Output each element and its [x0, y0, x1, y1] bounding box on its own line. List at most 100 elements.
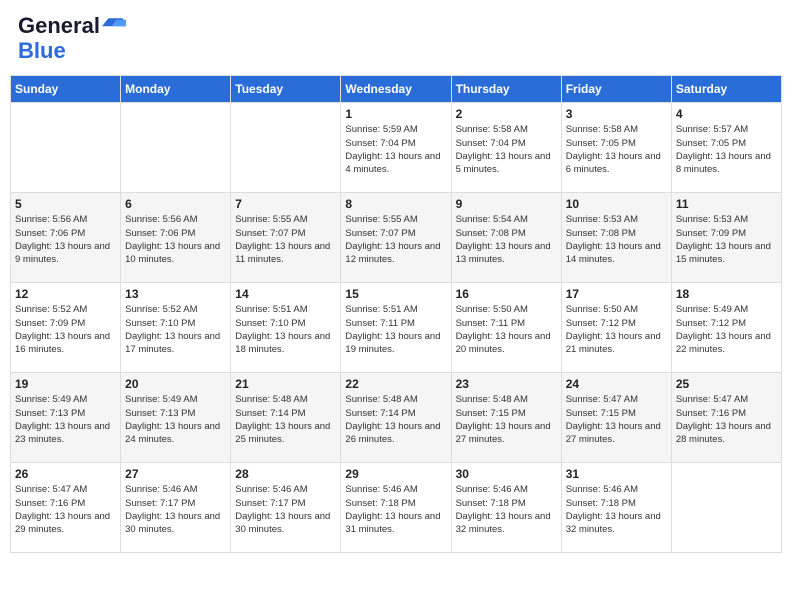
cell-info: Sunrise: 5:53 AMSunset: 7:09 PMDaylight:… — [676, 213, 777, 266]
calendar-cell: 6 Sunrise: 5:56 AMSunset: 7:06 PMDaylight… — [121, 193, 231, 283]
calendar-week-4: 19 Sunrise: 5:49 AMSunset: 7:13 PMDayligh… — [11, 373, 782, 463]
cell-info: Sunrise: 5:57 AMSunset: 7:05 PMDaylight:… — [676, 123, 777, 176]
day-number: 16 — [456, 287, 557, 301]
day-number: 25 — [676, 377, 777, 391]
calendar-cell: 7 Sunrise: 5:55 AMSunset: 7:07 PMDaylight… — [231, 193, 341, 283]
calendar-cell: 25 Sunrise: 5:47 AMSunset: 7:16 PMDayligh… — [671, 373, 781, 463]
calendar-week-2: 5 Sunrise: 5:56 AMSunset: 7:06 PMDaylight… — [11, 193, 782, 283]
day-number: 18 — [676, 287, 777, 301]
day-number: 14 — [235, 287, 336, 301]
cell-info: Sunrise: 5:48 AMSunset: 7:15 PMDaylight:… — [456, 393, 557, 446]
day-number: 7 — [235, 197, 336, 211]
calendar-cell: 30Sunrise: 5:46 AMSunset: 7:18 PMDayligh… — [451, 463, 561, 553]
cell-info: Sunrise: 5:47 AMSunset: 7:16 PMDaylight:… — [15, 483, 116, 536]
calendar-week-3: 12 Sunrise: 5:52 AMSunset: 7:09 PMDayligh… — [11, 283, 782, 373]
cell-info: Sunrise: 5:49 AMSunset: 7:13 PMDaylight:… — [125, 393, 226, 446]
cell-info: Sunrise: 5:55 AMSunset: 7:07 PMDaylight:… — [345, 213, 446, 266]
day-number: 2 — [456, 107, 557, 121]
calendar-cell: 21 Sunrise: 5:48 AMSunset: 7:14 PMDayligh… — [231, 373, 341, 463]
cell-info: Sunrise: 5:50 AMSunset: 7:12 PMDaylight:… — [566, 303, 667, 356]
calendar-cell: 14Sunrise: 5:51 AMSunset: 7:10 PMDayligh… — [231, 283, 341, 373]
cell-info: Sunrise: 5:46 AMSunset: 7:17 PMDaylight:… — [125, 483, 226, 536]
day-header-saturday: Saturday — [671, 76, 781, 103]
day-number: 13 — [125, 287, 226, 301]
day-number: 9 — [456, 197, 557, 211]
calendar-body: 1 Sunrise: 5:59 AMSunset: 7:04 PMDaylight… — [11, 103, 782, 553]
day-number: 4 — [676, 107, 777, 121]
day-number: 17 — [566, 287, 667, 301]
calendar-cell: 20 Sunrise: 5:49 AMSunset: 7:13 PMDayligh… — [121, 373, 231, 463]
calendar-cell: 23 Sunrise: 5:48 AMSunset: 7:15 PMDayligh… — [451, 373, 561, 463]
calendar-cell: 12 Sunrise: 5:52 AMSunset: 7:09 PMDayligh… — [11, 283, 121, 373]
cell-info: Sunrise: 5:52 AMSunset: 7:09 PMDaylight:… — [15, 303, 116, 356]
day-number: 20 — [125, 377, 226, 391]
cell-info: Sunrise: 5:49 AMSunset: 7:13 PMDaylight:… — [15, 393, 116, 446]
calendar-cell: 24Sunrise: 5:47 AMSunset: 7:15 PMDayligh… — [561, 373, 671, 463]
day-number: 23 — [456, 377, 557, 391]
logo: GeneralBlue — [18, 14, 126, 63]
calendar-cell: 11 Sunrise: 5:53 AMSunset: 7:09 PMDayligh… — [671, 193, 781, 283]
logo-icon — [102, 15, 126, 39]
cell-info: Sunrise: 5:49 AMSunset: 7:12 PMDaylight:… — [676, 303, 777, 356]
day-number: 26 — [15, 467, 116, 481]
calendar-cell: 29 Sunrise: 5:46 AMSunset: 7:18 PMDayligh… — [341, 463, 451, 553]
cell-info: Sunrise: 5:51 AMSunset: 7:11 PMDaylight:… — [345, 303, 446, 356]
calendar-cell — [671, 463, 781, 553]
cell-info: Sunrise: 5:46 AMSunset: 7:17 PMDaylight:… — [235, 483, 336, 536]
day-header-tuesday: Tuesday — [231, 76, 341, 103]
day-number: 31 — [566, 467, 667, 481]
calendar-cell — [121, 103, 231, 193]
day-number: 19 — [15, 377, 116, 391]
cell-info: Sunrise: 5:50 AMSunset: 7:11 PMDaylight:… — [456, 303, 557, 356]
calendar-cell: 8Sunrise: 5:55 AMSunset: 7:07 PMDaylight… — [341, 193, 451, 283]
page-header: GeneralBlue — [10, 10, 782, 67]
day-header-sunday: Sunday — [11, 76, 121, 103]
calendar-cell: 15Sunrise: 5:51 AMSunset: 7:11 PMDayligh… — [341, 283, 451, 373]
cell-info: Sunrise: 5:59 AMSunset: 7:04 PMDaylight:… — [345, 123, 446, 176]
day-number: 29 — [345, 467, 446, 481]
cell-info: Sunrise: 5:58 AMSunset: 7:05 PMDaylight:… — [566, 123, 667, 176]
cell-info: Sunrise: 5:48 AMSunset: 7:14 PMDaylight:… — [235, 393, 336, 446]
day-header-monday: Monday — [121, 76, 231, 103]
calendar-cell: 17 Sunrise: 5:50 AMSunset: 7:12 PMDayligh… — [561, 283, 671, 373]
cell-info: Sunrise: 5:47 AMSunset: 7:16 PMDaylight:… — [676, 393, 777, 446]
day-number: 6 — [125, 197, 226, 211]
cell-info: Sunrise: 5:52 AMSunset: 7:10 PMDaylight:… — [125, 303, 226, 356]
cell-info: Sunrise: 5:53 AMSunset: 7:08 PMDaylight:… — [566, 213, 667, 266]
calendar-cell: 16 Sunrise: 5:50 AMSunset: 7:11 PMDayligh… — [451, 283, 561, 373]
day-number: 27 — [125, 467, 226, 481]
calendar-cell: 27 Sunrise: 5:46 AMSunset: 7:17 PMDayligh… — [121, 463, 231, 553]
calendar-week-1: 1 Sunrise: 5:59 AMSunset: 7:04 PMDaylight… — [11, 103, 782, 193]
calendar-cell: 19 Sunrise: 5:49 AMSunset: 7:13 PMDayligh… — [11, 373, 121, 463]
calendar-cell: 13 Sunrise: 5:52 AMSunset: 7:10 PMDayligh… — [121, 283, 231, 373]
calendar-cell: 22 Sunrise: 5:48 AMSunset: 7:14 PMDayligh… — [341, 373, 451, 463]
cell-info: Sunrise: 5:46 AMSunset: 7:18 PMDaylight:… — [345, 483, 446, 536]
cell-info: Sunrise: 5:56 AMSunset: 7:06 PMDaylight:… — [125, 213, 226, 266]
day-number: 10 — [566, 197, 667, 211]
day-number: 11 — [676, 197, 777, 211]
day-number: 24 — [566, 377, 667, 391]
calendar-cell: 31 Sunrise: 5:46 AMSunset: 7:18 PMDayligh… — [561, 463, 671, 553]
calendar-week-5: 26 Sunrise: 5:47 AMSunset: 7:16 PMDayligh… — [11, 463, 782, 553]
day-header-thursday: Thursday — [451, 76, 561, 103]
cell-info: Sunrise: 5:55 AMSunset: 7:07 PMDaylight:… — [235, 213, 336, 266]
calendar-cell: 10 Sunrise: 5:53 AMSunset: 7:08 PMDayligh… — [561, 193, 671, 283]
cell-info: Sunrise: 5:54 AMSunset: 7:08 PMDaylight:… — [456, 213, 557, 266]
day-number: 12 — [15, 287, 116, 301]
calendar-cell: 2Sunrise: 5:58 AMSunset: 7:04 PMDaylight… — [451, 103, 561, 193]
cell-info: Sunrise: 5:48 AMSunset: 7:14 PMDaylight:… — [345, 393, 446, 446]
calendar-cell: 28 Sunrise: 5:46 AMSunset: 7:17 PMDayligh… — [231, 463, 341, 553]
day-number: 28 — [235, 467, 336, 481]
day-number: 5 — [15, 197, 116, 211]
day-number: 21 — [235, 377, 336, 391]
calendar-cell: 5 Sunrise: 5:56 AMSunset: 7:06 PMDaylight… — [11, 193, 121, 283]
cell-info: Sunrise: 5:56 AMSunset: 7:06 PMDaylight:… — [15, 213, 116, 266]
calendar-cell: 9 Sunrise: 5:54 AMSunset: 7:08 PMDaylight… — [451, 193, 561, 283]
calendar-cell: 4 Sunrise: 5:57 AMSunset: 7:05 PMDaylight… — [671, 103, 781, 193]
day-header-friday: Friday — [561, 76, 671, 103]
day-number: 22 — [345, 377, 446, 391]
day-number: 1 — [345, 107, 446, 121]
logo-text: GeneralBlue — [18, 14, 126, 63]
cell-info: Sunrise: 5:46 AMSunset: 7:18 PMDaylight:… — [566, 483, 667, 536]
day-number: 3 — [566, 107, 667, 121]
